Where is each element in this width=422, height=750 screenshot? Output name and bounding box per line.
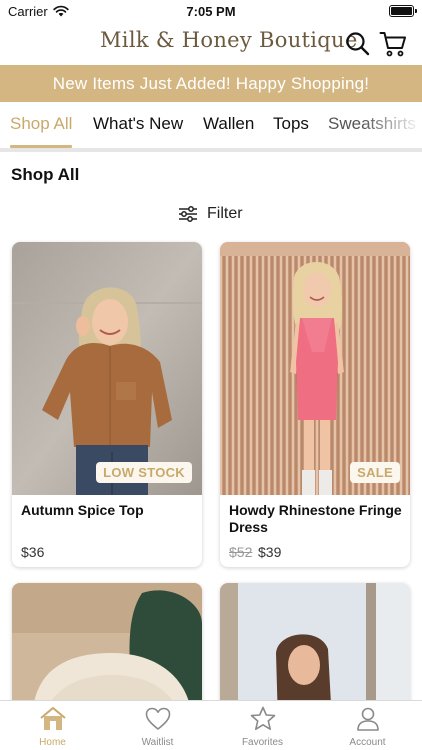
low-stock-badge: LOW STOCK [96, 462, 192, 483]
brand-logo[interactable]: Milk & Honey Boutique [100, 28, 358, 52]
nav-home[interactable]: Home [0, 701, 105, 750]
product-price: $39 [258, 544, 282, 560]
nav-account[interactable]: Account [315, 701, 420, 750]
tab-tops[interactable]: Tops [273, 114, 309, 134]
nav-waitlist[interactable]: Waitlist [105, 701, 210, 750]
product-name[interactable]: Autumn Spice Top [21, 502, 194, 519]
product-price: $36 [21, 544, 45, 560]
bottom-nav: Home Waitlist Favorites Account [0, 700, 422, 750]
filter-button[interactable]: Filter [178, 204, 243, 224]
product-card[interactable]: LOW STOCK Autumn Spice Top $36 [12, 242, 202, 567]
nav-home-label: Home [39, 737, 66, 748]
filter-label: Filter [207, 205, 243, 222]
status-bar: Carrier 7:05 PM [0, 0, 422, 22]
status-left: Carrier [8, 4, 69, 19]
battery-icon [389, 5, 417, 17]
nav-account-label: Account [349, 737, 386, 748]
product-image[interactable] [12, 242, 202, 495]
heart-icon [143, 706, 173, 732]
product-image[interactable] [220, 242, 410, 495]
user-icon [353, 706, 383, 732]
tab-whats-new[interactable]: What's New [93, 114, 183, 134]
nav-favorites-label: Favorites [241, 737, 284, 748]
tab-wallen[interactable]: Wallen [203, 114, 254, 134]
wifi-icon [53, 5, 69, 17]
home-icon [38, 706, 68, 732]
nav-waitlist-label: Waitlist [141, 737, 174, 748]
filter-icon [179, 206, 197, 222]
promo-banner[interactable]: New Items Just Added! Happy Shopping! [0, 65, 422, 102]
tabs-divider [0, 148, 422, 152]
product-original-price: $52 [229, 544, 253, 560]
app-header: Milk & Honey Boutique [0, 22, 422, 64]
nav-favorites[interactable]: Favorites [210, 701, 315, 750]
star-icon [248, 706, 278, 732]
product-card[interactable]: SALE Howdy Rhinestone Fringe Dress $52 $… [220, 242, 410, 567]
cart-icon[interactable] [379, 30, 407, 58]
page-title: Shop All [11, 165, 80, 184]
search-icon[interactable] [344, 30, 372, 58]
product-name[interactable]: Howdy Rhinestone Fringe Dress [229, 502, 402, 536]
tab-shop-all[interactable]: Shop All [10, 114, 72, 134]
tabs-fade [362, 102, 422, 148]
category-tabs: Shop All What's New Wallen Tops Sweatshi… [0, 102, 422, 148]
sale-badge: SALE [350, 462, 400, 483]
battery-fill [391, 7, 412, 15]
carrier-label: Carrier [8, 3, 48, 19]
promo-text: New Items Just Added! Happy Shopping! [52, 73, 370, 93]
